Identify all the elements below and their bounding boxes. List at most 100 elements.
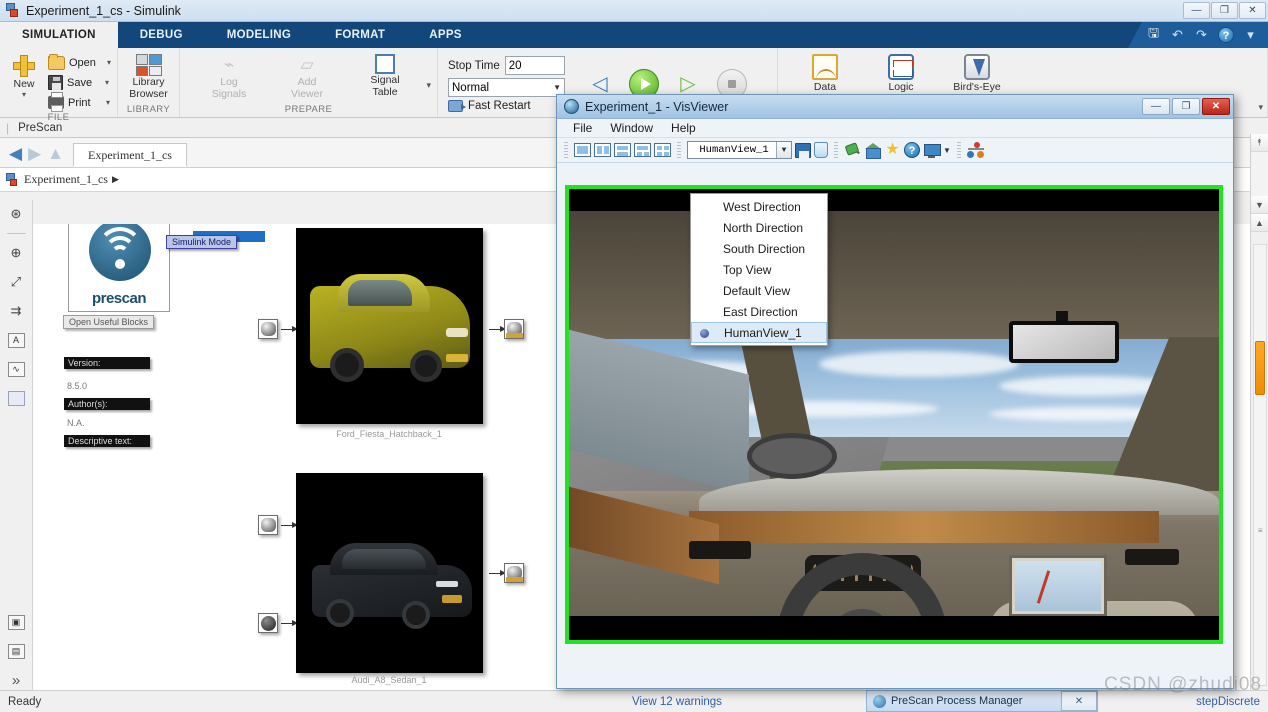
audi-input-port-block[interactable] <box>258 515 278 535</box>
prescan-process-manager-close-button[interactable]: ✕ <box>1061 691 1097 711</box>
delete-view-icon[interactable] <box>814 142 828 158</box>
dropdown-item-top-view[interactable]: Top View <box>691 259 827 280</box>
scope-icon[interactable]: ∿ <box>5 359 27 379</box>
tab-modeling[interactable]: MODELING <box>205 22 313 48</box>
fast-restart-toggle[interactable]: Fast Restart <box>448 100 565 112</box>
chevron-down-icon[interactable]: ▼ <box>553 83 561 92</box>
pin-icon[interactable] <box>844 142 861 159</box>
camera-icon[interactable]: ▣ <box>5 612 27 632</box>
toolbar-grip-icon-4[interactable] <box>956 141 961 159</box>
ford-fiesta-block[interactable] <box>296 228 483 424</box>
display-dropdown-icon[interactable]: ▼ <box>943 146 951 155</box>
prescan-block[interactable]: prescan <box>68 224 170 312</box>
tab-format[interactable]: FORMAT <box>313 22 407 48</box>
save-button[interactable]: Save ▾ <box>46 73 113 92</box>
log-signals-button[interactable]: ⌁ Log Signals <box>202 52 256 100</box>
layout-two-columns-icon[interactable] <box>594 143 611 157</box>
navigate-back-icon[interactable]: ⊛ <box>5 204 27 224</box>
minimize-button[interactable]: — <box>1183 2 1210 19</box>
help-icon[interactable]: ? <box>904 142 920 158</box>
print-button[interactable]: Print ▾ <box>46 92 113 112</box>
maximize-button[interactable]: ❐ <box>1211 2 1238 19</box>
report-icon[interactable]: ▤ <box>5 641 27 661</box>
toolbar-grip-icon-2[interactable] <box>677 141 681 159</box>
chevron-down-icon[interactable]: ▼ <box>776 142 791 158</box>
layout-single-icon[interactable] <box>574 143 591 157</box>
ford-input-port-block[interactable] <box>258 319 278 339</box>
add-viewer-button[interactable]: ▱ Add Viewer <box>280 52 334 100</box>
save-icon[interactable]: 🖫 <box>1146 25 1161 43</box>
menu-help[interactable]: Help <box>663 121 704 135</box>
layout-one-top-two-bottom-icon[interactable] <box>634 143 651 157</box>
new-button[interactable]: New ▾ <box>4 52 44 99</box>
view-select[interactable]: HumanView_1 ▼ <box>687 141 792 159</box>
visviewer-maximize-button[interactable]: ❐ <box>1172 98 1200 115</box>
chevron-down-icon[interactable]: ▾ <box>105 78 109 87</box>
toolbar-grip-icon[interactable] <box>564 141 568 159</box>
open-useful-blocks-button[interactable]: Open Useful Blocks <box>63 315 155 329</box>
nav-up-icon[interactable]: ▲ <box>47 145 64 162</box>
chevron-down-icon[interactable]: ▾ <box>22 90 26 99</box>
signal-table-button[interactable]: Signal Table <box>358 52 412 98</box>
expand-rail-icon[interactable]: » <box>5 670 27 690</box>
molecule-icon[interactable] <box>966 141 985 159</box>
favorite-star-icon[interactable]: ★ <box>884 141 901 159</box>
audi-output-port-block[interactable] <box>504 563 524 583</box>
dropdown-item-north-direction[interactable]: North Direction <box>691 217 827 238</box>
zoom-icon[interactable]: ⊕ <box>5 243 27 263</box>
simulation-mode-select[interactable]: Normal ▼ <box>448 78 565 97</box>
open-button[interactable]: Open ▾ <box>46 53 113 72</box>
save-view-icon[interactable] <box>795 142 811 158</box>
close-button[interactable]: ✕ <box>1239 2 1266 19</box>
audi-sensor-port-block[interactable] <box>258 613 278 633</box>
toolbar-grip-icon-3[interactable] <box>834 141 838 159</box>
visviewer-close-button[interactable]: ✕ <box>1202 98 1230 115</box>
dropdown-item-humanview-1[interactable]: HumanView_1 <box>691 322 827 343</box>
review-expand-icon[interactable]: ▾ <box>1258 102 1263 113</box>
status-warnings-link[interactable]: View 12 warnings <box>632 696 722 708</box>
dropdown-item-west-direction[interactable]: West Direction <box>691 196 827 217</box>
scroll-to-top-button[interactable]: ⯭ <box>1251 134 1268 152</box>
breadcrumb-label[interactable]: Experiment_1_cs <box>24 172 108 187</box>
chevron-down-icon[interactable]: ▾ <box>107 58 111 67</box>
chevron-down-icon[interactable]: ▾ <box>106 98 110 107</box>
library-browser-button[interactable]: Library Browser <box>122 52 175 100</box>
nav-forward-icon[interactable]: ▶ <box>28 145 41 162</box>
breadcrumb-arrow-icon[interactable]: ▶ <box>112 174 119 185</box>
tab-debug[interactable]: DEBUG <box>118 22 205 48</box>
audi-a8-block[interactable] <box>296 473 483 673</box>
dropdown-item-default-view[interactable]: Default View <box>691 280 827 301</box>
chevron-down-icon[interactable]: ▾ <box>1243 27 1258 43</box>
air-vent-right <box>1125 549 1179 565</box>
home-icon[interactable] <box>864 142 881 159</box>
tab-apps[interactable]: APPS <box>407 22 484 48</box>
visviewer-minimize-button[interactable]: — <box>1142 98 1170 115</box>
dropdown-item-south-direction[interactable]: South Direction <box>691 238 827 259</box>
ford-output-port-block[interactable] <box>504 319 524 339</box>
undo-icon[interactable]: ↶ <box>1170 27 1185 43</box>
vertical-scrollbar[interactable]: ≡ <box>1253 244 1267 686</box>
layout-two-rows-icon[interactable] <box>614 143 631 157</box>
blank-block-icon[interactable] <box>5 388 27 408</box>
nav-back-icon[interactable]: ◀ <box>9 145 22 162</box>
view-select-dropdown[interactable]: West Direction North Direction South Dir… <box>690 193 828 346</box>
menu-window[interactable]: Window <box>602 121 661 135</box>
prepare-expand-icon[interactable]: ▾ <box>426 80 431 91</box>
redo-icon[interactable]: ↷ <box>1194 27 1209 43</box>
prescan-process-manager-window[interactable]: PreScan Process Manager ✕ <box>866 690 1098 712</box>
annotation-icon[interactable]: A <box>5 330 27 350</box>
fit-to-view-icon[interactable]: ⤢ <box>5 272 27 292</box>
layout-four-panes-icon[interactable] <box>654 143 671 157</box>
scroll-up-button[interactable]: ▲ <box>1251 214 1268 232</box>
viewport-3d[interactable] <box>569 189 1219 640</box>
signal-routing-icon[interactable]: ⇉ <box>5 301 27 321</box>
help-icon[interactable]: ? <box>1218 27 1234 43</box>
tab-simulation[interactable]: SIMULATION <box>0 22 118 48</box>
stop-time-input[interactable]: 20 <box>504 56 565 75</box>
menu-file[interactable]: File <box>565 121 600 135</box>
dropdown-item-east-direction[interactable]: East Direction <box>691 301 827 322</box>
display-icon[interactable] <box>923 143 941 158</box>
scrollbar-thumb[interactable] <box>1255 341 1265 395</box>
document-tab[interactable]: Experiment_1_cs <box>72 143 187 167</box>
canvas-dropdown-button[interactable]: ▼ <box>1251 196 1268 214</box>
